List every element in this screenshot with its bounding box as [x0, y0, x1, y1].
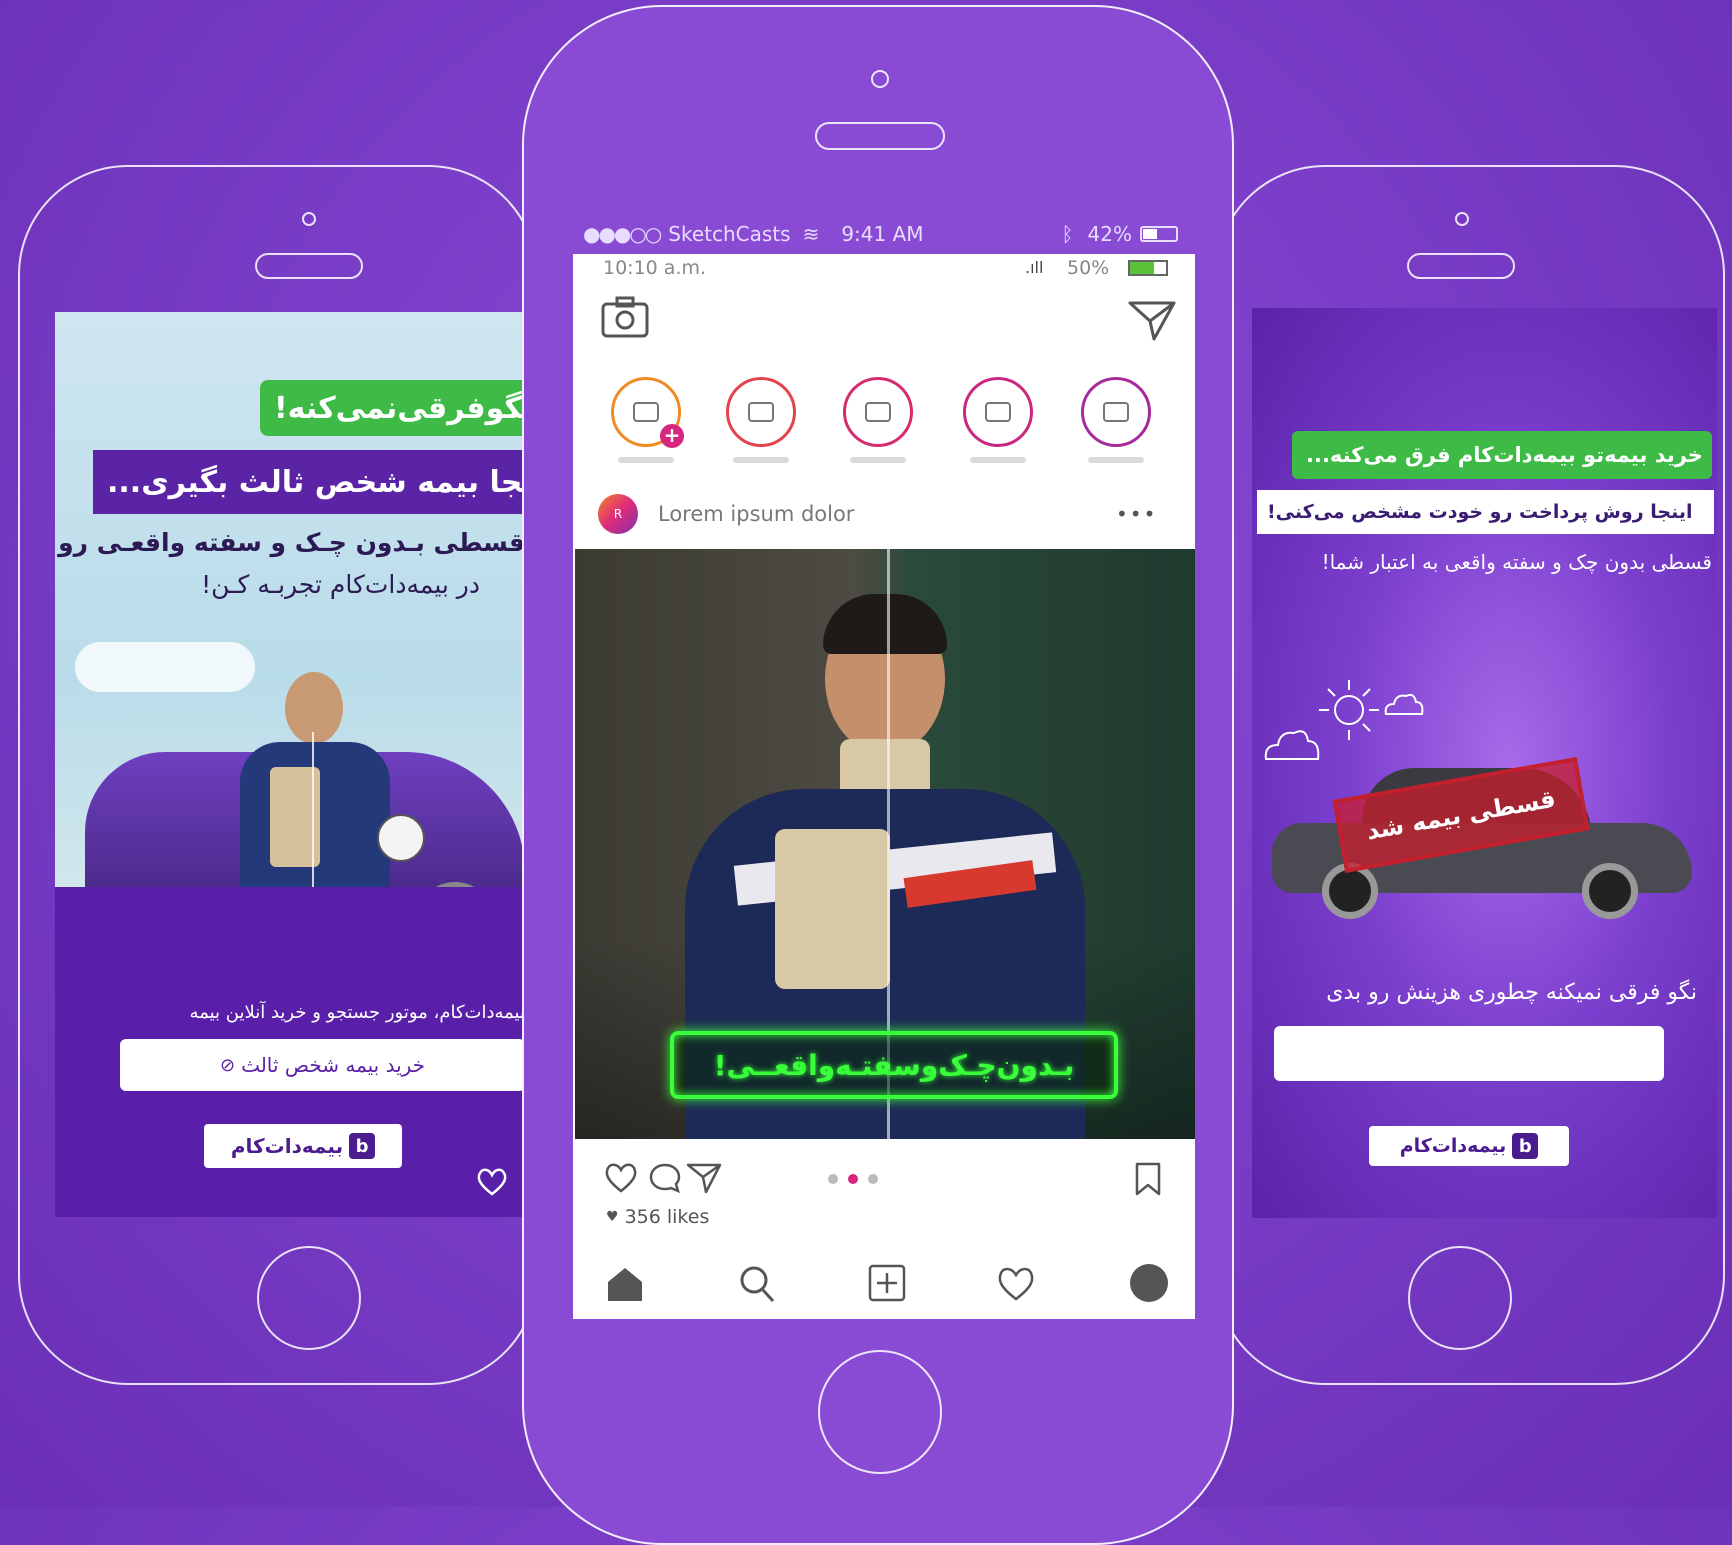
left-logo-mark: b [349, 1133, 376, 1159]
status-time: 9:41 AM [841, 222, 924, 246]
story-label [733, 457, 789, 463]
left-speaker [255, 253, 363, 279]
neon-caption-text: بـدون‌چـک‌وسفتـه‌واقعــی! [713, 1048, 1075, 1082]
story-item[interactable] [726, 377, 796, 447]
like-icon[interactable] [603, 1162, 639, 1194]
bluetooth-icon: ᛒ [1061, 222, 1074, 246]
left-logo: بیمه‌دات‌کام b [204, 1124, 402, 1168]
cloud-icon [1382, 688, 1426, 716]
sun-icon [1317, 678, 1381, 742]
left-purple-headline-text: از کجا بیمه شخص ثالث بگیری... [107, 464, 525, 500]
battery-percent: 42% [1087, 222, 1132, 246]
link-icon: ⊘ [219, 1054, 236, 1076]
person-back-brace [775, 829, 890, 989]
right-home-button[interactable] [1408, 1246, 1512, 1350]
wifi-icon: ≋ [802, 222, 820, 246]
right-logo: بیمه‌دات‌کام b [1369, 1126, 1569, 1166]
story-item[interactable] [1081, 377, 1151, 447]
bookmark-icon[interactable] [1133, 1162, 1163, 1196]
comment-icon[interactable] [648, 1162, 682, 1194]
share-icon[interactable] [686, 1162, 722, 1194]
right-logo-mark: b [1512, 1133, 1539, 1159]
story-label [970, 457, 1026, 463]
direct-message-icon[interactable] [1128, 299, 1176, 341]
page: { "colors": {"background":"#7a3ec8","acc… [0, 0, 1732, 1545]
activity-heart-icon[interactable] [996, 1266, 1036, 1302]
center-home-button[interactable] [818, 1350, 942, 1474]
post-avatar[interactable]: R [598, 494, 638, 534]
carousel-dot-active [848, 1174, 858, 1184]
signal-dots: ●●●○○ [583, 222, 662, 246]
left-footer-text: بیمه‌دات‌کام، موتور جستجو و خرید آنلاین … [189, 1002, 525, 1023]
profile-icon[interactable] [1130, 1264, 1168, 1302]
right-ad-screen: خرید بیمه‌تو بیمه‌دات‌کام فرق می‌کنه... … [1252, 308, 1717, 1218]
right-camera [1455, 212, 1469, 226]
carousel-dot [828, 1174, 838, 1184]
left-body-line1: قسطی بـدون چـک و سفته واقعـی رو [58, 528, 525, 557]
likes-count-text: 356 likes [624, 1206, 710, 1228]
inner-status-time: 10:10 a.m. [603, 257, 707, 279]
signal-bars-icon: .ıll [1025, 258, 1044, 277]
right-input-field[interactable] [1274, 1026, 1664, 1081]
right-logo-text: بیمه‌دات‌کام [1399, 1135, 1507, 1157]
likes-count[interactable]: ♥ 356 likes [606, 1206, 709, 1228]
right-white-headline: اینجا روش پرداخت رو خودت مشخص می‌کنی! [1257, 490, 1714, 534]
cloud [75, 642, 255, 692]
outer-status-bar: ●●●○○ SketchCasts ≋ 9:41 AM ᛒ 42% [583, 222, 1178, 246]
carrier-label: SketchCasts [668, 222, 791, 246]
cloud-icon [1262, 723, 1322, 761]
left-camera [302, 212, 316, 226]
home-icon[interactable] [605, 1264, 645, 1304]
right-green-headline: خرید بیمه‌تو بیمه‌دات‌کام فرق می‌کنه... [1292, 431, 1712, 479]
battery-icon [1140, 226, 1178, 242]
right-speaker [1407, 253, 1515, 279]
left-home-button[interactable] [257, 1246, 361, 1350]
carousel-dot [868, 1174, 878, 1184]
right-white-headline-text: اینجا روش پرداخت رو خودت مشخص می‌کنی! [1267, 501, 1693, 523]
post-more-icon[interactable]: ••• [1116, 502, 1157, 526]
right-body: قسطی بدون چک و سفته واقعی به اعتبار شما! [1321, 550, 1712, 574]
left-green-headline-text: نگوفرقی‌نمی‌کنه! [274, 390, 525, 426]
small-heart-icon: ♥ [606, 1209, 619, 1225]
search-icon[interactable] [738, 1264, 776, 1304]
left-cta-button[interactable]: خرید بیمه شخص ثالث ⊘ [120, 1039, 525, 1091]
post-username[interactable]: Lorem ipsum dolor [658, 502, 854, 526]
right-green-headline-text: خرید بیمه‌تو بیمه‌دات‌کام فرق می‌کنه... [1306, 443, 1703, 467]
right-bottom-text: نگو فرقی نمیکنه چطوری هزینش رو بدی [1326, 980, 1697, 1005]
story-item[interactable] [843, 377, 913, 447]
camera-icon[interactable] [601, 296, 649, 338]
left-ad-screen: نگوفرقی‌نمی‌کنه! از کجا بیمه شخص ثالث بگ… [55, 312, 525, 1217]
story-item[interactable] [963, 377, 1033, 447]
add-story-plus-icon[interactable]: + [660, 424, 684, 448]
story-label [618, 457, 674, 463]
post-image[interactable]: بـدون‌چـک‌وسفتـه‌واقعــی! [575, 549, 1195, 1139]
left-logo-text: بیمه‌دات‌کام [230, 1134, 344, 1158]
carousel-dots [828, 1174, 878, 1184]
post-avatar-letter: R [613, 507, 623, 521]
instagram-screen: 10:10 a.m. .ıll 50% + R Lorem ipsum dolo… [573, 254, 1195, 1319]
story-label [1088, 457, 1144, 463]
inner-battery-percent: 50% [1067, 257, 1110, 279]
left-cta-label: خرید بیمه شخص ثالث [241, 1053, 426, 1077]
center-camera [871, 70, 889, 88]
neon-caption-box: بـدون‌چـک‌وسفتـه‌واقعــی! [670, 1031, 1118, 1099]
inner-battery-icon [1128, 260, 1168, 276]
soccer-ball-image [377, 814, 425, 862]
right-stamp-text: قسطی بیمه شد [1364, 784, 1558, 846]
add-post-icon[interactable] [868, 1264, 906, 1302]
left-body-line2: در بیمه‌دات‌کام تجربـه کـن! [201, 570, 480, 599]
center-speaker [815, 122, 945, 150]
left-green-headline: نگوفرقی‌نمی‌کنه! [260, 380, 525, 436]
person-hair [823, 594, 947, 654]
story-label [850, 457, 906, 463]
heart-icon[interactable] [475, 1167, 509, 1197]
left-purple-headline: از کجا بیمه شخص ثالث بگیری... [93, 450, 525, 514]
